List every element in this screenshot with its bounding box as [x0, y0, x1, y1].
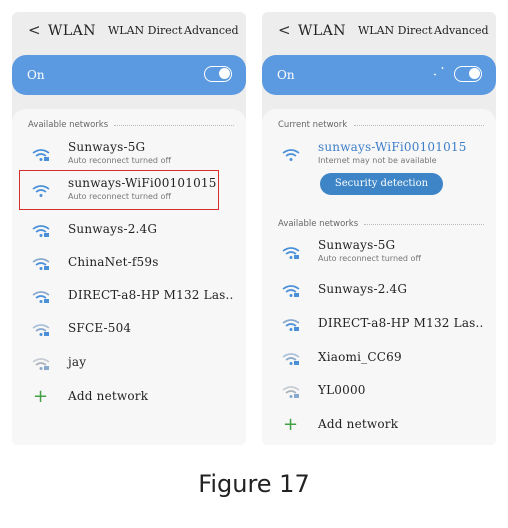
back-arrow-icon[interactable]: < [28, 21, 41, 39]
wifi-lock-icon [282, 285, 300, 297]
wlan-toggle[interactable] [454, 66, 482, 82]
figure-caption: Figure 17 [198, 470, 310, 498]
wifi-icon [32, 185, 50, 197]
network-name: jay [68, 355, 87, 369]
networks-card: Current network sunways-WiFi00101015 Int… [262, 109, 496, 445]
switch-label: On [27, 68, 45, 82]
network-name: Sunways-5G [68, 140, 146, 154]
network-name: DIRECT-a8-HP M132 Las.. [68, 288, 234, 302]
loading-spinner-icon [433, 66, 444, 76]
add-network-row[interactable]: + Add network [12, 386, 246, 416]
wifi-icon [32, 149, 50, 161]
security-detection-button[interactable]: Security detection [320, 173, 443, 195]
advanced-link[interactable]: Advanced [434, 24, 489, 37]
page-title: WLAN [48, 23, 97, 39]
wifi-lock-icon [282, 319, 300, 331]
wifi-lock-icon [32, 358, 50, 370]
network-row[interactable]: ChinaNet-f59s [12, 252, 246, 282]
wlan-switch-bar[interactable]: On [12, 55, 246, 95]
wlan-screen-left: < WLAN WLAN Direct Advanced On Available… [12, 12, 246, 445]
current-network-row[interactable]: sunways-WiFi00101015 Internet may not be… [262, 139, 496, 169]
wlan-toggle[interactable] [204, 66, 232, 82]
wifi-lock-icon [282, 247, 300, 259]
network-name: Sunways-2.4G [318, 282, 408, 296]
back-arrow-icon[interactable]: < [278, 21, 291, 39]
add-network-label: Add network [318, 417, 399, 431]
wlan-direct-link[interactable]: WLAN Direct [108, 24, 182, 37]
network-status: Auto reconnect turned off [68, 192, 171, 201]
network-name: Xiaomi_CC69 [318, 350, 402, 364]
available-networks-label: Available networks [278, 219, 359, 229]
network-status: Auto reconnect turned off [318, 254, 421, 263]
network-row[interactable]: SFCE-504 [12, 318, 246, 348]
page-title: WLAN [298, 23, 347, 39]
wlan-direct-link[interactable]: WLAN Direct [358, 24, 432, 37]
plus-icon: + [33, 386, 49, 407]
network-row[interactable]: Sunways-2.4G [12, 219, 246, 249]
available-networks-label: Available networks [28, 120, 109, 130]
wlan-switch-bar[interactable]: On [262, 55, 496, 95]
toggle-knob [469, 68, 480, 79]
plus-icon: + [283, 414, 299, 435]
network-name: Sunways-5G [318, 238, 396, 252]
current-network-label: Current network [278, 120, 348, 130]
add-network-label: Add network [68, 389, 149, 403]
top-bar: < WLAN WLAN Direct Advanced [262, 12, 496, 52]
current-network-status: Internet may not be available [318, 156, 437, 165]
network-name: DIRECT-a8-HP M132 Las.. [318, 316, 484, 330]
wifi-lock-icon [32, 225, 50, 237]
network-name: ChinaNet-f59s [68, 255, 159, 269]
network-name: sunways-WiFi00101015 [68, 176, 217, 190]
network-row[interactable]: jay [12, 352, 246, 382]
section-divider [114, 125, 234, 126]
network-row[interactable]: Sunways-5G Auto reconnect turned off [262, 237, 496, 267]
network-name: Sunways-2.4G [68, 222, 158, 236]
section-divider [364, 224, 484, 225]
wifi-lock-icon [32, 291, 50, 303]
network-status: Auto reconnect turned off [68, 156, 171, 165]
wifi-lock-icon [32, 258, 50, 270]
networks-card: Available networks Sunways-5G Auto recon… [12, 109, 246, 445]
network-row[interactable]: YL0000 [262, 380, 496, 410]
network-row[interactable]: DIRECT-a8-HP M132 Las.. [12, 285, 246, 315]
network-row[interactable]: Sunways-5G Auto reconnect turned off [12, 139, 246, 169]
switch-label: On [277, 68, 295, 82]
network-name: SFCE-504 [68, 321, 132, 335]
network-name: YL0000 [318, 383, 366, 397]
advanced-link[interactable]: Advanced [184, 24, 239, 37]
network-row[interactable]: sunways-WiFi00101015 Auto reconnect turn… [12, 175, 246, 205]
wifi-lock-icon [32, 324, 50, 336]
wifi-lock-icon [282, 353, 300, 365]
current-network-name: sunways-WiFi00101015 [318, 140, 467, 154]
network-row[interactable]: DIRECT-a8-HP M132 Las.. [262, 313, 496, 343]
add-network-row[interactable]: + Add network [262, 414, 496, 444]
wifi-lock-icon [282, 386, 300, 398]
network-row[interactable]: Sunways-2.4G [262, 279, 496, 309]
wifi-icon [282, 149, 300, 161]
top-bar: < WLAN WLAN Direct Advanced [12, 12, 246, 52]
wlan-screen-right: < WLAN WLAN Direct Advanced On Current n… [262, 12, 496, 445]
section-divider [354, 125, 484, 126]
toggle-knob [219, 68, 230, 79]
network-row[interactable]: Xiaomi_CC69 [262, 347, 496, 377]
